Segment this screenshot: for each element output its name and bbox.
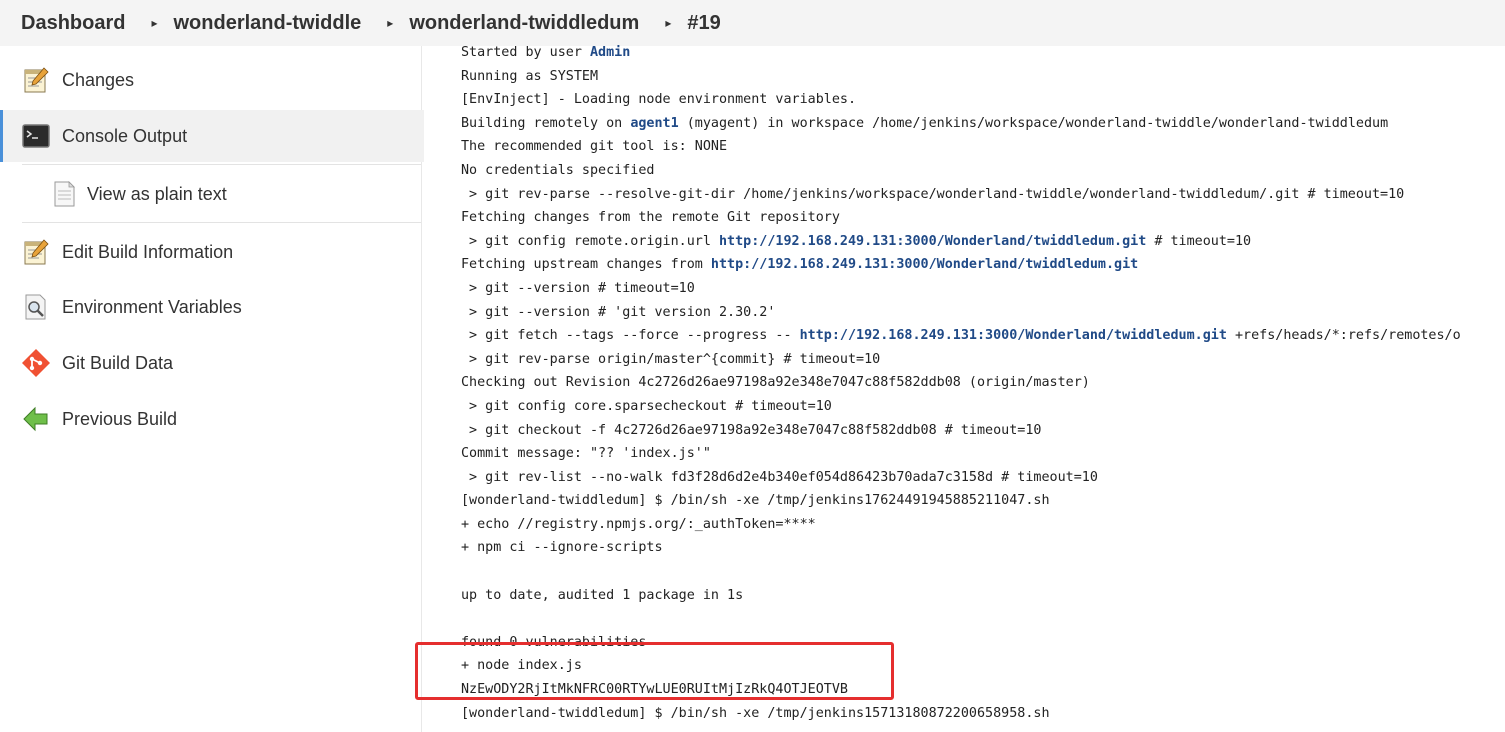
console-output: Started by user Admin Running as SYSTEM [E… — [461, 41, 1505, 732]
console-text: + echo //registry.npmjs.org/:_authToken=… — [461, 516, 816, 532]
console-line: Fetching upstream changes from http://19… — [461, 253, 1505, 277]
sidebar: Changes Console Output View as plain tex… — [0, 46, 424, 732]
breadcrumb-folder[interactable]: wonderland-twiddle — [174, 12, 362, 35]
sidebar-divider — [22, 164, 421, 165]
console-line: Building remotely on agent1 (myagent) in… — [461, 112, 1505, 136]
breadcrumb-job[interactable]: wonderland-twiddledum — [409, 12, 639, 35]
console-text: +refs/heads/*:refs/remotes/o — [1226, 328, 1461, 344]
sidebar-divider — [22, 222, 421, 223]
sidebar-item-edit-build-information[interactable]: Edit Build Information — [0, 226, 421, 278]
sidebar-item-label: Edit Build Information — [62, 241, 234, 262]
console-text: > git rev-parse origin/master^{commit} #… — [461, 351, 881, 367]
console-text: > git config remote.origin.url — [461, 233, 719, 249]
console-line: Started by user Admin — [461, 41, 1505, 65]
arrow-left-icon — [22, 405, 50, 433]
console-text: Checking out Revision 4c2726d26ae97198a9… — [461, 375, 1090, 391]
sidebar-item-changes[interactable]: Changes — [0, 54, 421, 106]
console-link[interactable]: http://192.168.249.131:3000/Wonderland/t… — [711, 257, 1138, 272]
sidebar-item-console-output[interactable]: Console Output — [0, 110, 424, 162]
console-line: + echo //registry.npmjs.org/:_authToken=… — [461, 513, 1505, 537]
breadcrumb-separator-icon[interactable]: ▸ — [387, 16, 393, 30]
console-text: (myagent) in workspace /home/jenkins/wor… — [678, 115, 1389, 131]
notepad-icon — [22, 66, 50, 94]
console-text: [wonderland-twiddledum] $ /bin/sh -xe /t… — [461, 705, 1050, 721]
console-link[interactable]: agent1 — [630, 116, 678, 131]
console-line: [wonderland-twiddledum] $ /bin/sh -xe /t… — [461, 702, 1505, 726]
console-line: Running as SYSTEM — [461, 65, 1505, 89]
console-line: No credentials specified — [461, 159, 1505, 183]
breadcrumb-dashboard[interactable]: Dashboard — [21, 12, 125, 35]
console-line: > git config remote.origin.url http://19… — [461, 230, 1505, 254]
magnifier-icon — [22, 293, 50, 321]
console-line: [wonderland-twiddledum] $ /bin/sh -xe /t… — [461, 489, 1505, 513]
console-text: Commit message: "?? 'index.js'" — [461, 446, 711, 462]
console-text: Running as SYSTEM — [461, 68, 599, 84]
notepad-icon — [22, 238, 50, 266]
console-line: > git --version # timeout=10 — [461, 277, 1505, 301]
console-text: Fetching changes from the remote Git rep… — [461, 210, 840, 226]
sidebar-item-git-build-data[interactable]: Git Build Data — [0, 337, 421, 389]
highlight-box — [415, 642, 894, 700]
console-text: > git fetch --tags --force --progress -- — [461, 328, 800, 344]
sidebar-item-label: Git Build Data — [62, 352, 174, 373]
console-line: > git rev-parse --resolve-git-dir /home/… — [461, 183, 1505, 207]
console-line: > git rev-parse origin/master^{commit} #… — [461, 348, 1505, 372]
breadcrumb-build[interactable]: #19 — [687, 12, 720, 35]
terminal-icon — [22, 122, 50, 150]
sidebar-item-label: Environment Variables — [62, 296, 242, 317]
console-text: [EnvInject] - Loading node environment v… — [461, 92, 857, 108]
console-line: > git rev-list --no-walk fd3f28d6d2e4b34… — [461, 466, 1505, 490]
console-text: + npm ci --ignore-scripts — [461, 540, 663, 556]
console-line: [EnvInject] - Loading node environment v… — [461, 88, 1505, 112]
breadcrumb-separator-icon[interactable]: ▸ — [665, 16, 671, 30]
console-text: > git checkout -f 4c2726d26ae97198a92e34… — [461, 422, 1042, 438]
console-text: > git rev-parse --resolve-git-dir /home/… — [461, 186, 1405, 202]
console-line: The recommended git tool is: NONE — [461, 135, 1505, 159]
sidebar-item-environment-variables[interactable]: Environment Variables — [0, 281, 421, 333]
console-line: + npm ci --ignore-scripts — [461, 536, 1505, 560]
console-link[interactable]: Admin — [590, 45, 630, 60]
console-text: up to date, audited 1 package in 1s — [461, 587, 744, 603]
sidebar-item-label: Previous Build — [62, 408, 178, 429]
sidebar-item-label: Console Output — [62, 125, 188, 146]
console-line: > git fetch --tags --force --progress --… — [461, 324, 1505, 348]
console-line: up to date, audited 1 package in 1s — [461, 584, 1505, 608]
breadcrumb-separator-icon[interactable]: ▸ — [151, 16, 157, 30]
console-line: > git config core.sparsecheckout # timeo… — [461, 395, 1505, 419]
console-line: Commit message: "?? 'index.js'" — [461, 442, 1505, 466]
console-text: > git --version # timeout=10 — [461, 280, 695, 296]
console-line: > git checkout -f 4c2726d26ae97198a92e34… — [461, 419, 1505, 443]
sidebar-item-plain-text[interactable]: View as plain text — [0, 168, 421, 220]
breadcrumb: Dashboard ▸ wonderland-twiddle ▸ wonderl… — [0, 0, 1505, 46]
console-link[interactable]: http://192.168.249.131:3000/Wonderland/t… — [800, 328, 1227, 343]
sidebar-item-label: View as plain text — [87, 183, 227, 204]
console-text: # timeout=10 — [1146, 233, 1252, 249]
console-text: > git rev-list --no-walk fd3f28d6d2e4b34… — [461, 469, 1098, 485]
console-link[interactable]: http://192.168.249.131:3000/Wonderland/t… — [719, 234, 1146, 249]
console-line: Fetching changes from the remote Git rep… — [461, 206, 1505, 230]
console-text: Fetching upstream changes from — [461, 257, 711, 273]
console-text: The recommended git tool is: NONE — [461, 139, 728, 155]
sidebar-item-previous-build[interactable]: Previous Build — [0, 393, 421, 445]
console-text: No credentials specified — [461, 162, 655, 178]
console-text: [wonderland-twiddledum] $ /bin/sh -xe /t… — [461, 493, 1050, 509]
console-text: > git config core.sparsecheckout # timeo… — [461, 398, 832, 414]
console-text: Started by user — [461, 45, 590, 60]
console-text: > git --version # 'git version 2.30.2' — [461, 304, 776, 320]
console-text: Building remotely on — [461, 115, 631, 131]
console-line: Checking out Revision 4c2726d26ae97198a9… — [461, 371, 1505, 395]
sidebar-item-label: Changes — [62, 69, 135, 90]
git-icon — [22, 349, 50, 377]
console-line: > git --version # 'git version 2.30.2' — [461, 301, 1505, 325]
document-icon — [50, 180, 78, 208]
